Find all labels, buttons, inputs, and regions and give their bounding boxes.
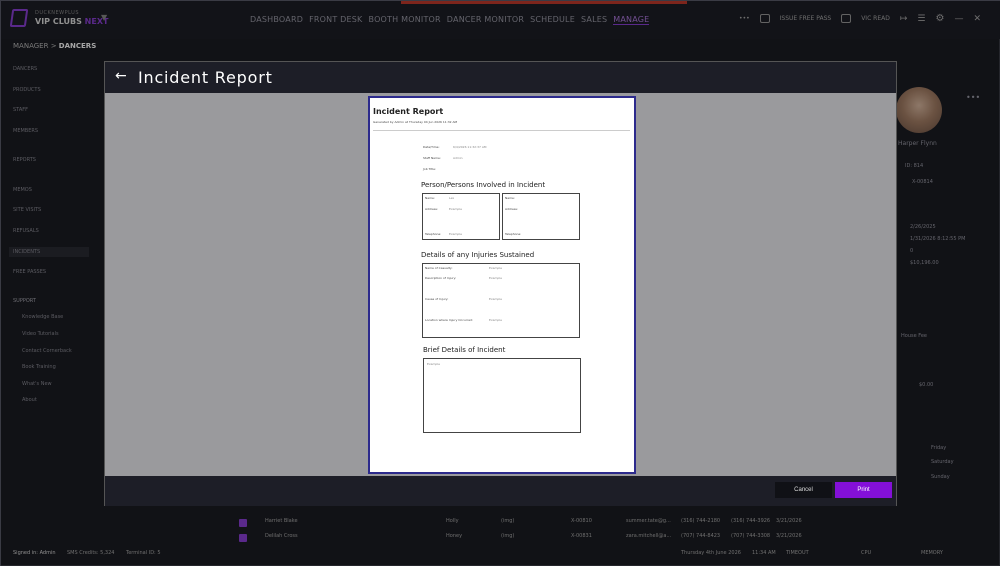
person-address-label: Address:: [505, 207, 518, 211]
report-document: Incident Report Generated by Admin at Th…: [368, 96, 636, 474]
person-name-label: Name:: [505, 196, 515, 200]
person-box-2: Name: Address: Telephone:: [502, 193, 580, 240]
section-persons-title: Person/Persons Involved in Incident: [421, 181, 546, 189]
app-window: DUCKNEWPLUS VIP CLUBS NEXT ▼ DASHBOARD F…: [0, 0, 1000, 566]
injury-value: Example: [489, 266, 503, 270]
back-arrow-icon[interactable]: ←: [115, 68, 127, 84]
person-telephone-label: Telephone:: [425, 232, 442, 236]
brief-box: Example: [423, 358, 581, 433]
section-injuries-title: Details of any Injuries Sustained: [421, 251, 535, 259]
person-telephone-value: Example: [449, 232, 463, 236]
section-brief-title: Brief Details of Incident: [423, 346, 506, 354]
person-address-value: Example: [449, 207, 463, 211]
doc-divider: [373, 130, 630, 131]
injury-label: Description of Injury:: [425, 276, 457, 280]
modal-header: ← Incident Report: [105, 62, 896, 93]
modal-title: Incident Report: [138, 68, 273, 87]
person-telephone-label: Telephone:: [505, 232, 522, 236]
field-value: Admin: [453, 156, 463, 160]
brief-value: Example: [427, 362, 441, 366]
injury-value: Example: [489, 276, 503, 280]
incident-report-modal: ← Incident Report Incident Report Genera…: [104, 61, 897, 506]
field-value: 6/4/2026 11:32:37 AM: [453, 145, 487, 149]
modal-footer: Cancel Print: [105, 476, 896, 506]
injuries-box: Name of Casualty: Example Description of…: [422, 263, 580, 338]
injury-label: Location where Injury Occurred:: [425, 318, 473, 322]
doc-title: Incident Report: [373, 107, 444, 116]
doc-generated: Generated by Admin at Thursday 04 Jun 20…: [373, 120, 458, 124]
field-label: Staff Name:: [423, 156, 441, 160]
injury-value: Example: [489, 297, 503, 301]
injury-label: Cause of Injury:: [425, 297, 449, 301]
person-box-1: Name: Lex Address: Example Telephone: Ex…: [422, 193, 500, 240]
field-label: Date/Time:: [423, 145, 440, 149]
person-name-label: Name:: [425, 196, 435, 200]
cancel-button[interactable]: Cancel: [775, 482, 832, 498]
person-name-value: Lex: [449, 196, 455, 200]
field-label: Job Title:: [423, 167, 437, 171]
print-button[interactable]: Print: [835, 482, 892, 498]
person-address-label: Address:: [425, 207, 438, 211]
injury-label: Name of Casualty:: [425, 266, 453, 270]
injury-value: Example: [489, 318, 503, 322]
